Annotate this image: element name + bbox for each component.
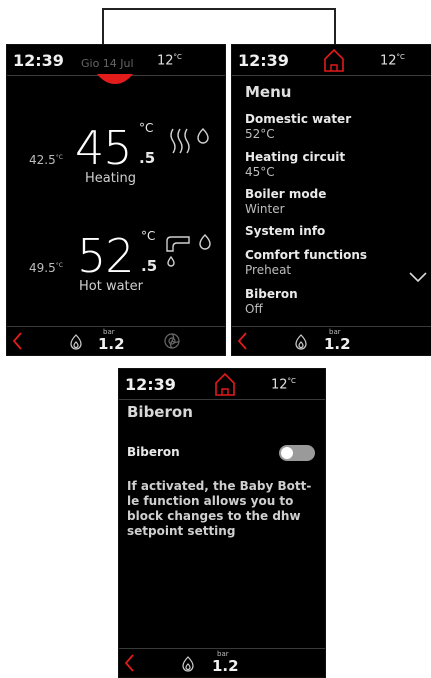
hot-water-zone[interactable]: 49.5°C 52 °C .5 Hot water [7, 223, 225, 303]
outdoor-temperature: 12°C [157, 53, 182, 69]
hot-water-label: Hot water [79, 279, 143, 294]
hot-water-current-temp: 49.5°C [29, 261, 63, 275]
home-icon[interactable] [322, 47, 346, 73]
hot-water-setpoint-decimal: .5 [141, 257, 158, 275]
menu-item-value: 45°C [245, 165, 275, 179]
menu-item-label: Comfort functions [245, 248, 368, 262]
outdoor-temperature: 12°C [271, 377, 296, 393]
top-separator [232, 75, 431, 76]
date-label: Gio 14 Jul [81, 57, 134, 70]
flame-icon [182, 656, 194, 672]
top-separator [119, 399, 325, 400]
biberon-toggle[interactable] [279, 445, 315, 461]
menu-pull-tab[interactable] [97, 74, 133, 84]
home-icon[interactable] [213, 371, 237, 397]
back-arrow-icon[interactable] [236, 331, 248, 351]
page-title: Biberon [127, 403, 193, 421]
heating-setpoint-decimal: .5 [139, 149, 156, 167]
heating-setpoint: 45 [75, 121, 133, 175]
biberon-option-label: Biberon [127, 445, 180, 459]
heating-current-temp: 42.5°C [29, 153, 63, 167]
heating-zone[interactable]: 42.5°C 45 °C .5 Heating [7, 115, 225, 195]
home-screen: 12:39 Gio 14 Jul 12°C 42.5°C 45 °C .5 He… [6, 44, 226, 356]
menu-item-value: Winter [245, 202, 285, 216]
menu-item-label: Domestic water [245, 112, 352, 126]
menu-item-value: Off [245, 302, 263, 316]
back-arrow-icon[interactable] [11, 331, 23, 351]
status-bar: 12:39 12°C [232, 45, 431, 75]
pressure-value: 1.2 [98, 335, 125, 353]
menu-item-label: Biberon [245, 287, 298, 301]
biberon-description: If activated, the Baby Bott-le function … [127, 479, 312, 538]
menu-item-value: 52°C [245, 127, 275, 141]
tap-icon [166, 234, 211, 267]
hot-water-unit: °C [141, 229, 156, 243]
chevron-down-icon[interactable] [408, 271, 428, 283]
clock-time: 12:39 [13, 51, 64, 70]
radiator-waves-icon [170, 128, 209, 154]
status-bar: 12:39 12°C [119, 369, 325, 399]
clock-time: 12:39 [125, 375, 176, 394]
outdoor-temperature: 12°C [380, 53, 405, 69]
heating-label: Heating [85, 171, 136, 186]
menu-item-label: Boiler mode [245, 187, 327, 201]
bottom-bar: bar 1.2 [232, 326, 431, 355]
menu-screen: 12:39 12°C Menu Domestic water 52°C Heat… [231, 44, 431, 356]
bottom-bar: bar 1.2 [119, 648, 325, 677]
flame-icon [295, 334, 307, 350]
bottom-bar: bar 1.2 [7, 326, 225, 355]
circulator-pump-icon [164, 333, 180, 349]
status-bar: 12:39 Gio 14 Jul 12°C [7, 45, 225, 75]
toggle-knob [281, 447, 293, 459]
heating-unit: °C [139, 121, 154, 135]
clock-time: 12:39 [238, 51, 289, 70]
flame-icon [70, 334, 82, 350]
hot-water-setpoint: 52 [77, 229, 135, 283]
menu-item-value: Preheat [245, 263, 292, 277]
menu-title: Menu [245, 83, 292, 101]
back-arrow-icon[interactable] [123, 653, 135, 673]
menu-item-label: System info [245, 224, 326, 238]
screen-connector-line [102, 8, 336, 46]
pressure-value: 1.2 [324, 335, 351, 353]
menu-item-label: Heating circuit [245, 150, 346, 164]
biberon-screen: 12:39 12°C Biberon Biberon If activated,… [118, 368, 326, 678]
pressure-value: 1.2 [212, 657, 239, 675]
